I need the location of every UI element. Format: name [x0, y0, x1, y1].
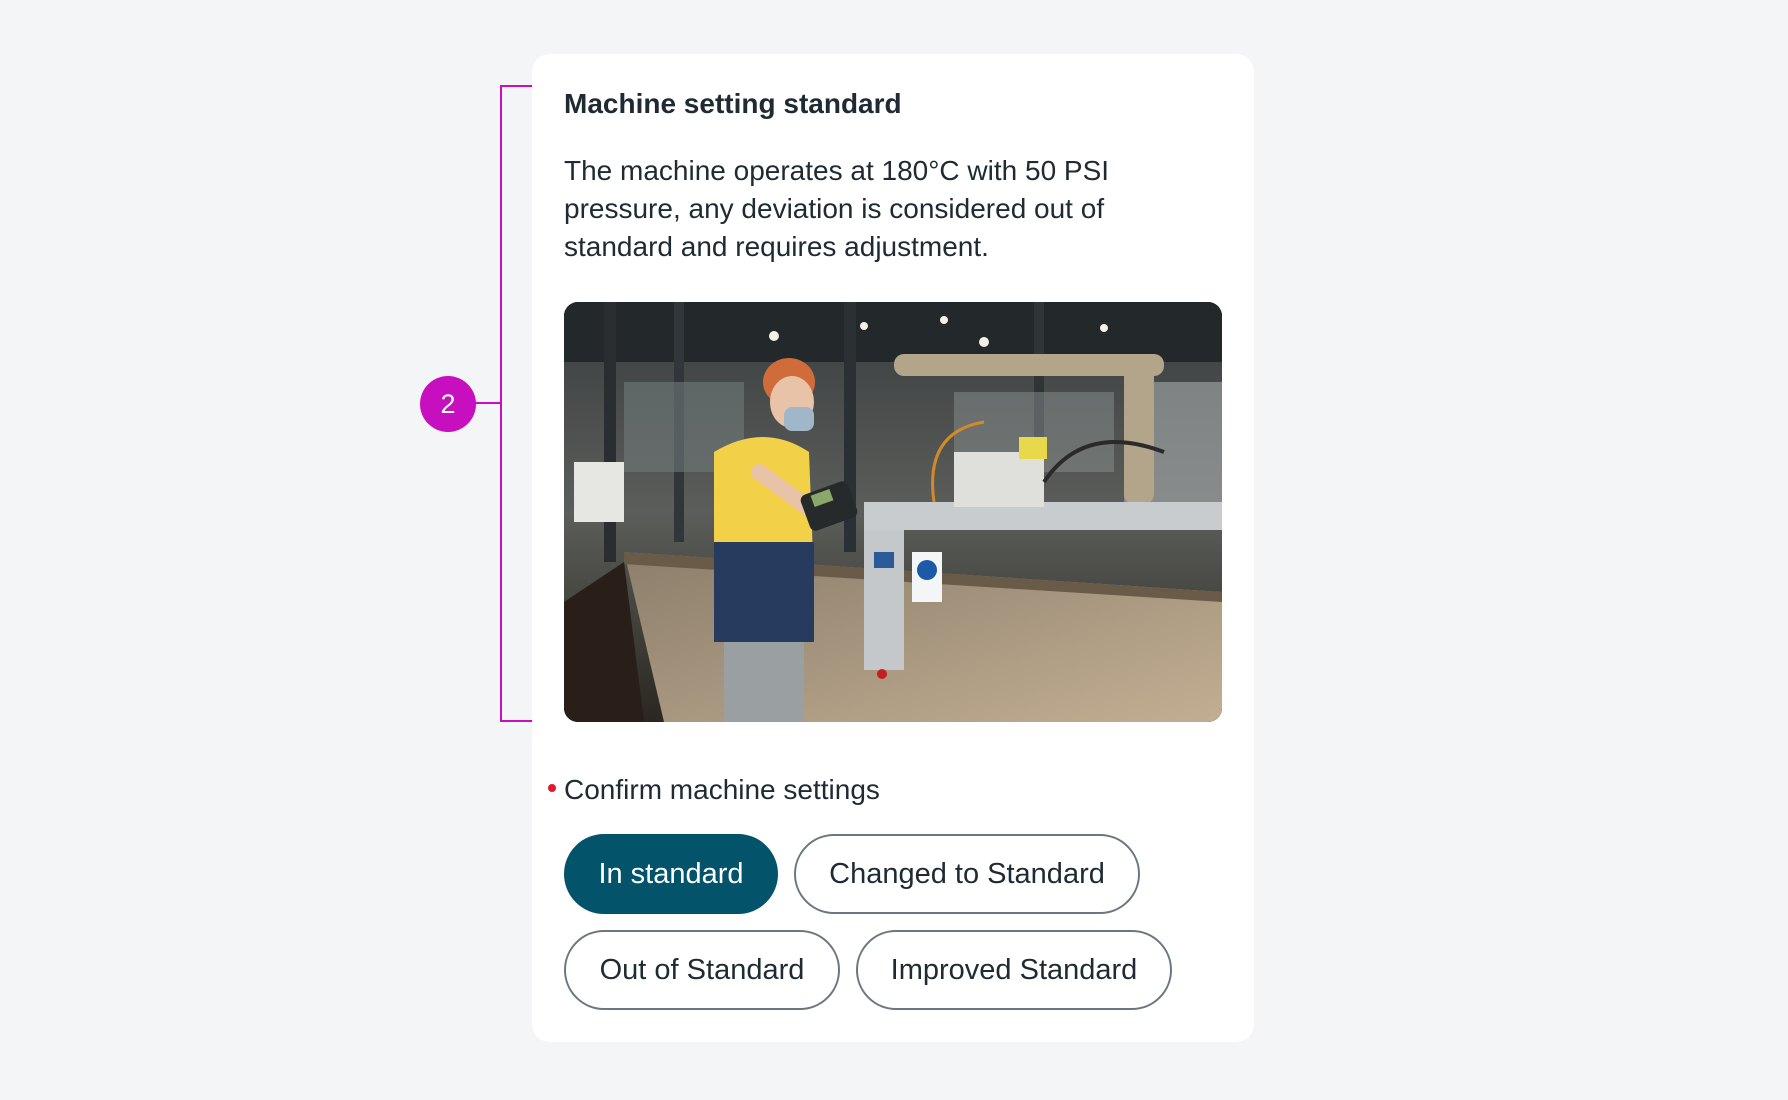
option-out-of-standard[interactable]: Out of Standard — [564, 930, 840, 1010]
option-label: Out of Standard — [599, 953, 805, 986]
option-in-standard[interactable]: In standard — [564, 834, 778, 914]
card-title: Machine setting standard — [564, 88, 902, 119]
question-label: Confirm machine settings — [564, 774, 880, 805]
instruction-card: Machine setting standard The machine ope… — [532, 54, 1254, 1042]
annotation-marker-number: 2 — [440, 388, 456, 419]
factory-worker-photo — [564, 302, 1222, 722]
annotation-bracket — [500, 85, 533, 722]
option-label: Changed to Standard — [829, 857, 1105, 890]
annotation-marker: 2 — [420, 376, 476, 432]
option-changed-to-standard[interactable]: Changed to Standard — [794, 834, 1140, 914]
annotation-bracket-tick — [474, 402, 502, 404]
required-indicator — [548, 784, 556, 792]
canvas: 2 Machine setting standard The machine o… — [0, 0, 1788, 1100]
option-label: Improved Standard — [890, 953, 1138, 986]
option-improved-standard[interactable]: Improved Standard — [856, 930, 1172, 1010]
option-label: In standard — [598, 857, 744, 890]
card-description: The machine operates at 180°C with 50 PS… — [564, 155, 1110, 262]
